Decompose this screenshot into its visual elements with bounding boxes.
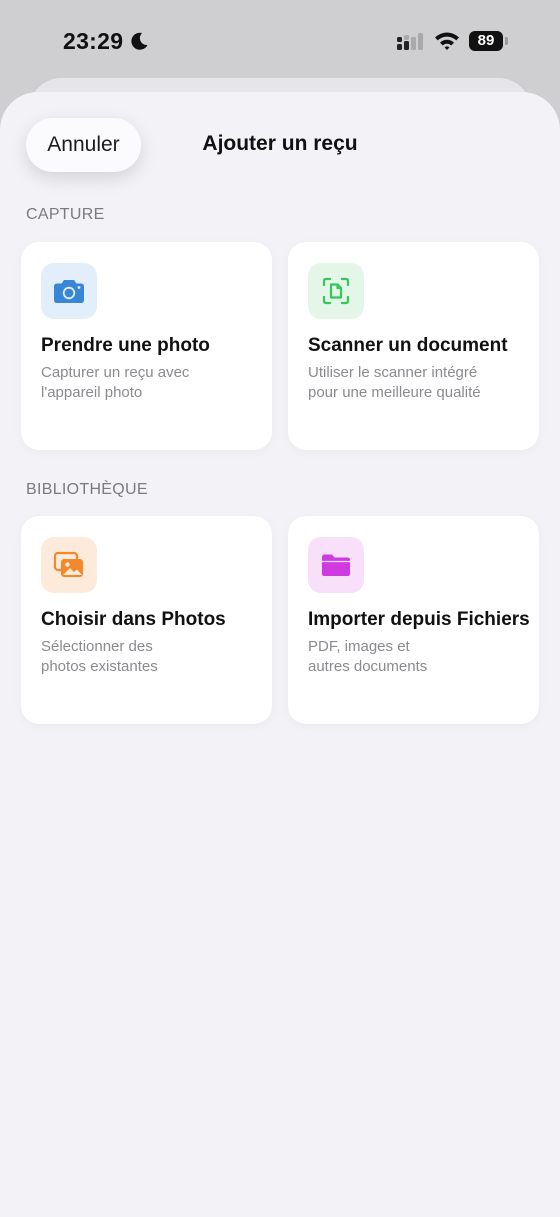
choose-photos-card[interactable]: Choisir dans Photos Sélectionner des pho… [21, 516, 272, 724]
section-header-capture: CAPTURE [26, 206, 105, 223]
scan-document-description-line-2: pour une meilleure qualité [308, 384, 481, 401]
choose-photos-description: Sélectionner des photos existantes [41, 637, 256, 677]
add-receipt-sheet: Annuler Ajouter un reçu CAPTURE Prendre … [0, 92, 560, 1217]
import-files-title: Importer depuis Fichiers [308, 609, 530, 630]
take-photo-card[interactable]: Prendre une photo Capturer un reçu avec … [21, 242, 272, 450]
folder-icon [308, 537, 364, 593]
take-photo-description-line-2: l'appareil photo [41, 384, 143, 401]
import-files-description-line-1: PDF, images et [308, 638, 410, 655]
take-photo-title: Prendre une photo [41, 335, 210, 356]
scan-document-title: Scanner un document [308, 335, 508, 356]
take-photo-description-line-1: Capturer un reçu avec [41, 364, 190, 381]
camera-icon [41, 263, 97, 319]
moon-icon [131, 32, 148, 50]
scan-document-card[interactable]: Scanner un document Utiliser le scanner … [288, 242, 539, 450]
document-scanner-icon [308, 263, 364, 319]
import-files-description: PDF, images et autres documents [308, 637, 523, 677]
sheet-title: Ajouter un reçu [202, 132, 358, 155]
choose-photos-description-line-1: Sélectionner des [41, 638, 153, 655]
cellular-signal-icon [397, 33, 423, 50]
import-files-card[interactable]: Importer depuis Fichiers PDF, images et … [288, 516, 539, 724]
choose-photos-description-line-2: photos existantes [41, 658, 158, 675]
import-files-description-line-2: autres documents [308, 658, 428, 675]
status-time: 23:29 [63, 28, 124, 54]
scan-document-description-line-1: Utiliser le scanner intégré [308, 364, 478, 381]
status-bar: 23:29 89 [0, 0, 560, 82]
battery-tip [505, 37, 508, 45]
wifi-icon [435, 32, 459, 50]
take-photo-description: Capturer un reçu avec l'appareil photo [41, 363, 256, 403]
section-header-library: BIBLIOTHÈQUE [26, 481, 148, 498]
choose-photos-title: Choisir dans Photos [41, 609, 226, 630]
photo-library-icon [41, 537, 97, 593]
battery-indicator: 89 [469, 31, 503, 51]
scan-document-description: Utiliser le scanner intégré pour une mei… [308, 363, 523, 403]
